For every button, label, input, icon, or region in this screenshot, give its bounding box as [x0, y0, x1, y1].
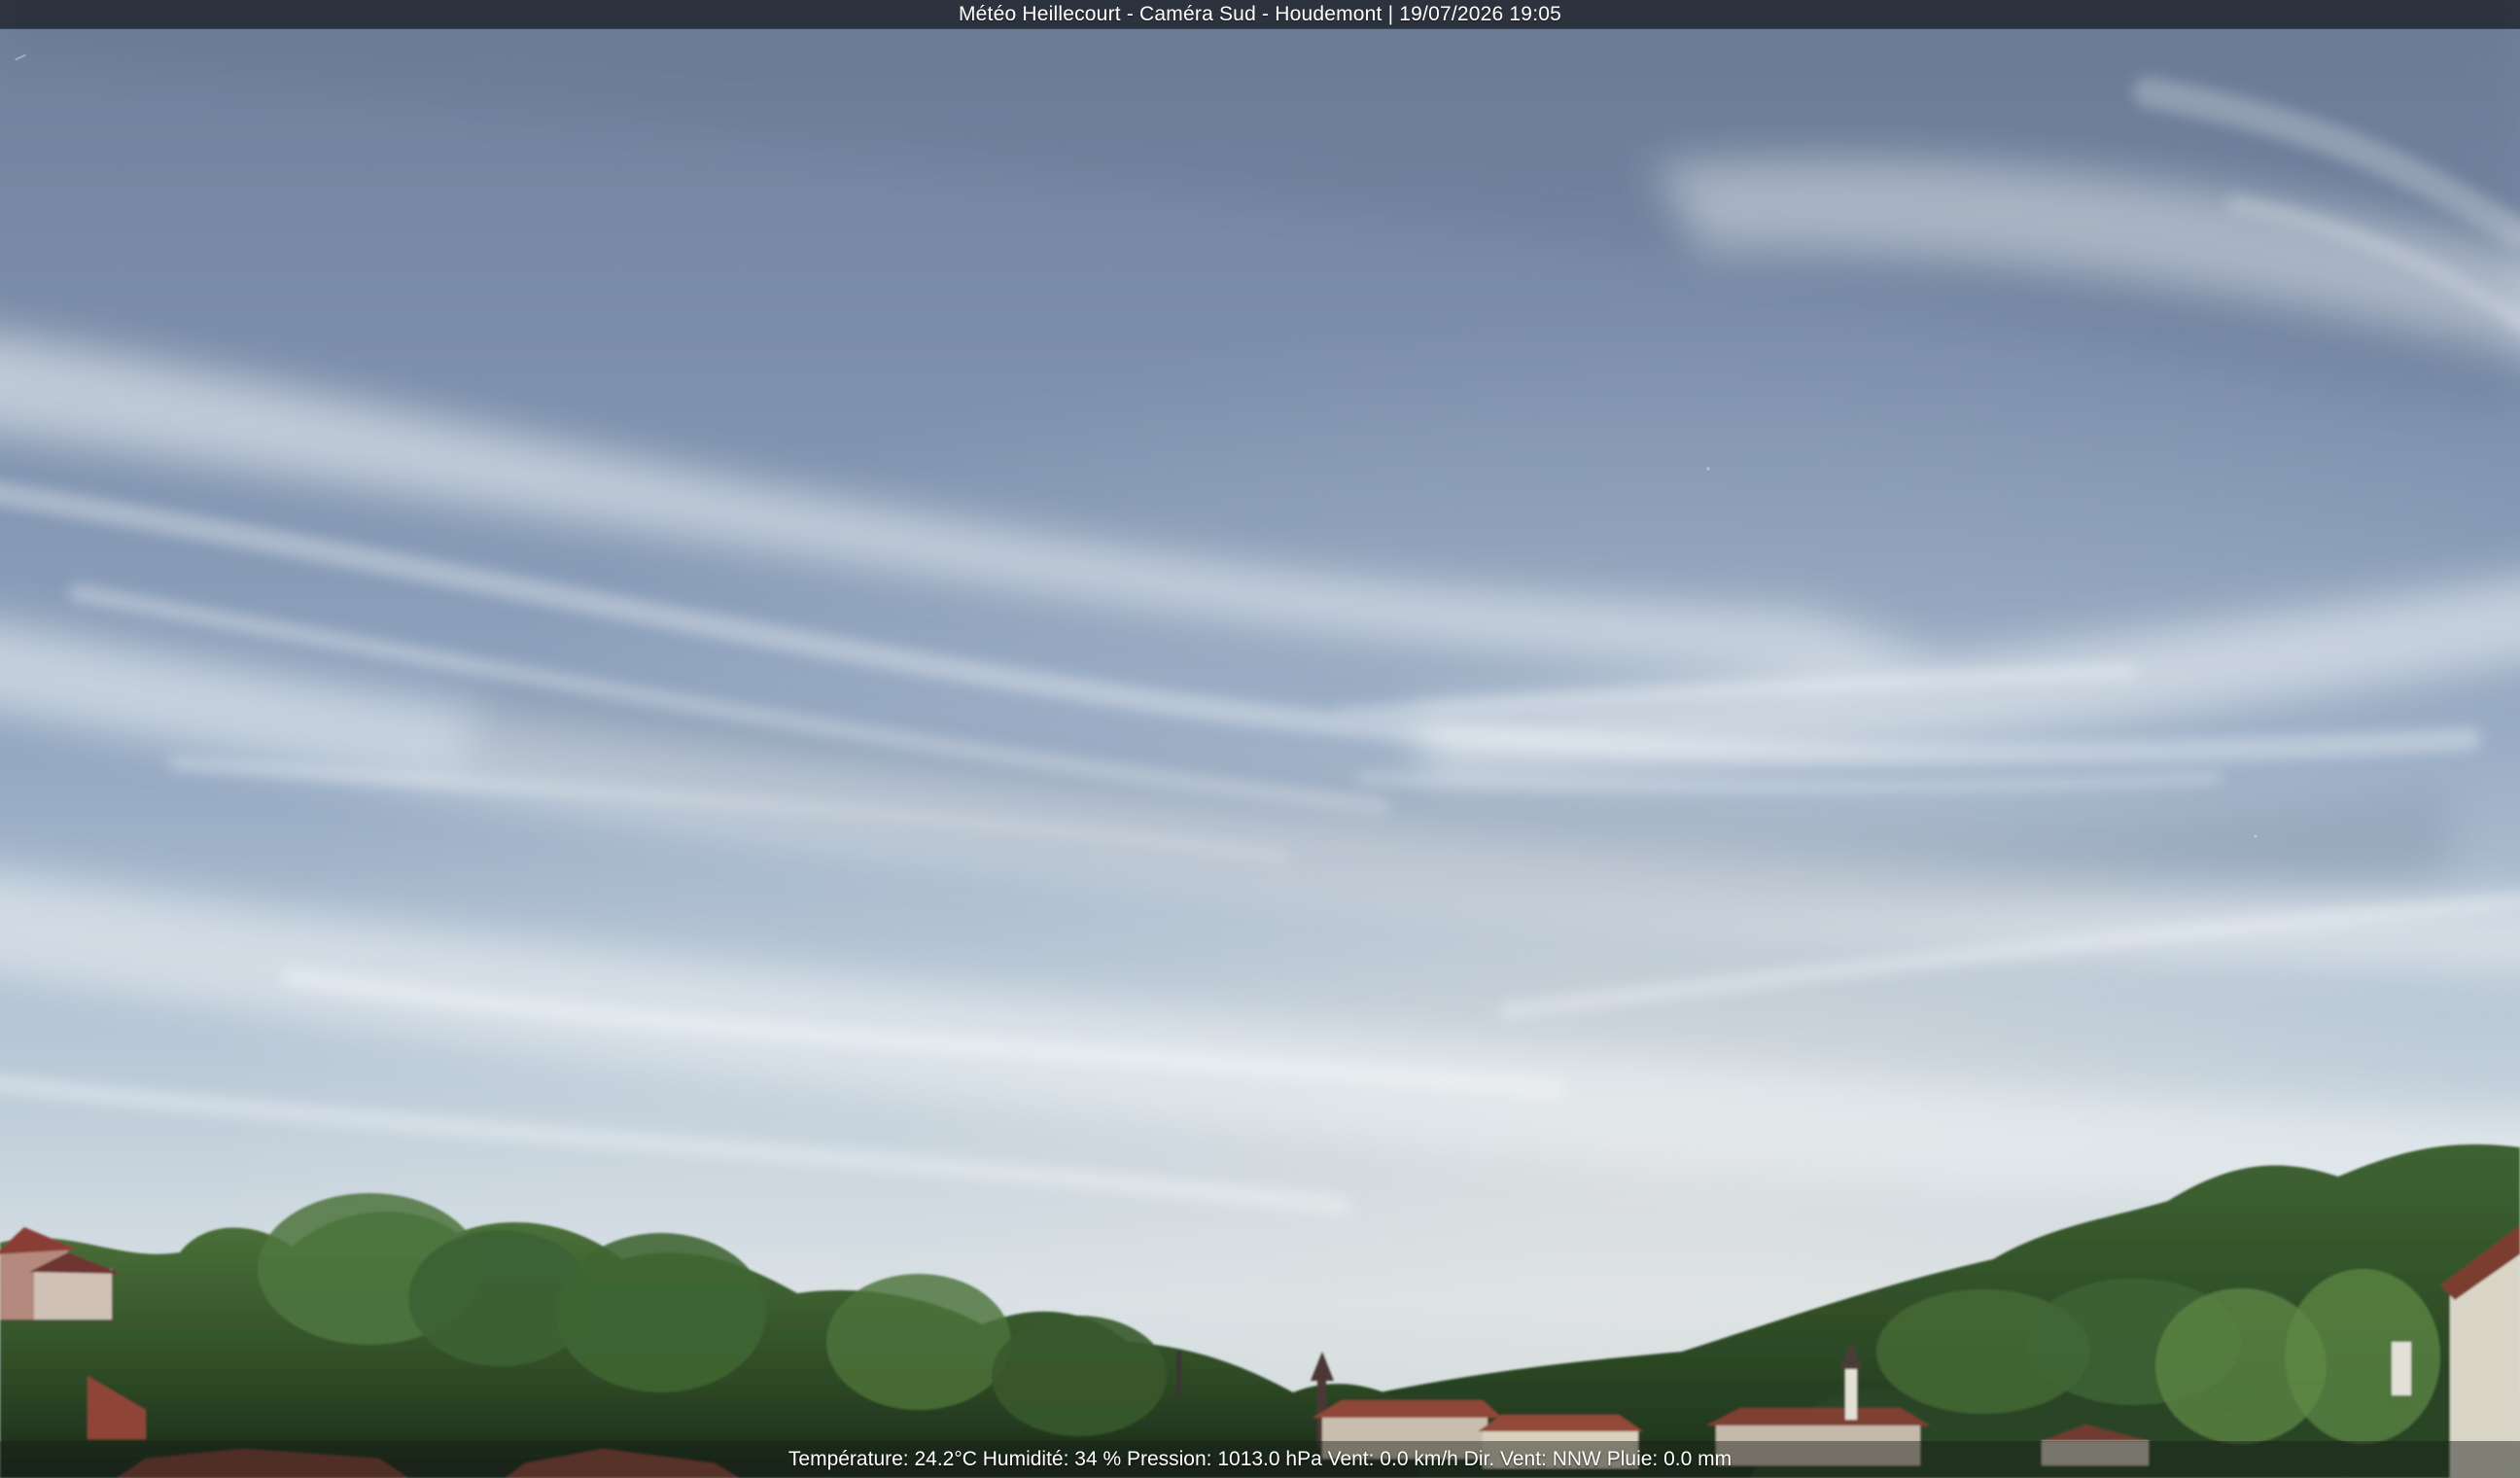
weather-readings-bar: Température: 24.2°C Humidité: 34 % Press… [0, 1441, 2520, 1478]
camera-title-bar: Météo Heillecourt - Caméra Sud - Houdemo… [0, 0, 2520, 29]
webcam-photo [0, 0, 2520, 1478]
webcam-frame: Météo Heillecourt - Caméra Sud - Houdemo… [0, 0, 2520, 1478]
weather-readings: Température: 24.2°C Humidité: 34 % Press… [788, 1448, 1732, 1470]
camera-title: Météo Heillecourt - Caméra Sud - Houdemo… [958, 2, 1561, 25]
